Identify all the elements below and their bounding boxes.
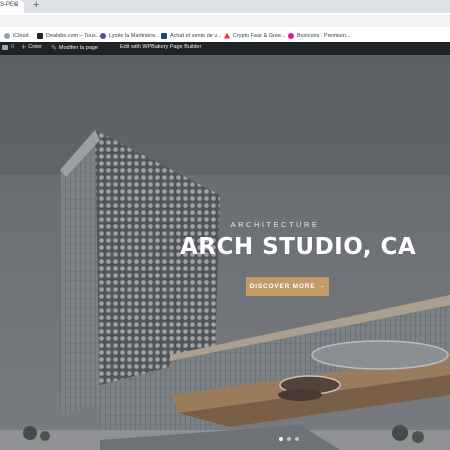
comments-count: 0 (11, 44, 15, 50)
address-bar[interactable] (0, 15, 450, 27)
dealabs-icon (37, 32, 43, 39)
shop-icon (161, 32, 167, 39)
bookmark-label: Dealabs.com – Tous... (46, 32, 101, 39)
edit-page-label: Modifier la page (58, 45, 99, 51)
bookmark-label: iCloud (13, 32, 29, 39)
boxicons-icon (288, 32, 294, 39)
hero-title: ARCH STUDIO, CA (180, 234, 417, 260)
comment-icon (2, 44, 8, 50)
bookmark-label: Crypto Fear & Gree... (233, 32, 286, 39)
slider-dot[interactable] (287, 437, 291, 441)
comments-menu[interactable]: 0 (2, 44, 14, 50)
bookmark-label: Achat et vente de v... (170, 32, 222, 39)
wp-admin-bar: 0 + Créer ✎ Modifier la page Edit with W… (0, 42, 450, 55)
slider-pagination (279, 437, 299, 441)
apple-icon (4, 32, 10, 39)
school-icon (100, 32, 106, 39)
bookmark-icloud[interactable]: iCloud (4, 31, 29, 40)
browser-toolbar (0, 13, 450, 29)
browser-tab-strip: S-PEC × + (0, 0, 450, 13)
crypto-icon (224, 32, 230, 39)
wpbakery-label: Edit with WPBakery Page Builder (120, 44, 202, 50)
bookmark-achat-vente[interactable]: Achat et vente de v... (161, 31, 221, 40)
pencil-icon: ✎ (51, 45, 57, 52)
edit-page-link[interactable]: ✎ Modifier la page (51, 44, 98, 52)
tab-close-icon[interactable]: × (14, 0, 19, 9)
bookmark-boxicons[interactable]: Boxicons : Premium... (288, 31, 351, 40)
slider-dot[interactable] (295, 437, 299, 441)
discover-more-button[interactable]: DISCOVER MORE → (246, 277, 329, 296)
bookmark-label: Boxicons : Premium... (297, 32, 351, 39)
new-tab-button[interactable]: + (33, 0, 39, 11)
hero-slider: ARCHITECTURE ARCH STUDIO, CA DISCOVER MO… (0, 55, 450, 450)
plus-icon: + (21, 42, 27, 52)
bookmark-crypto-fear[interactable]: Crypto Fear & Gree... (224, 31, 286, 40)
bookmark-lycee[interactable]: Lycée la Martinière... (100, 31, 160, 40)
hero-kicker: ARCHITECTURE (230, 220, 320, 229)
bookmark-label: Lycée la Martinière... (109, 32, 160, 39)
new-content-menu[interactable]: + Créer (21, 42, 43, 52)
bookmarks-bar: iCloud Dealabs.com – Tous... Lycée la Ma… (0, 29, 450, 43)
new-content-label: Créer (28, 44, 43, 50)
browser-tab[interactable]: S-PEC (0, 0, 24, 13)
slider-dot[interactable] (279, 437, 283, 441)
bookmark-dealabs[interactable]: Dealabs.com – Tous... (37, 31, 100, 40)
wpbakery-edit-link[interactable]: Edit with WPBakery Page Builder (120, 44, 201, 50)
